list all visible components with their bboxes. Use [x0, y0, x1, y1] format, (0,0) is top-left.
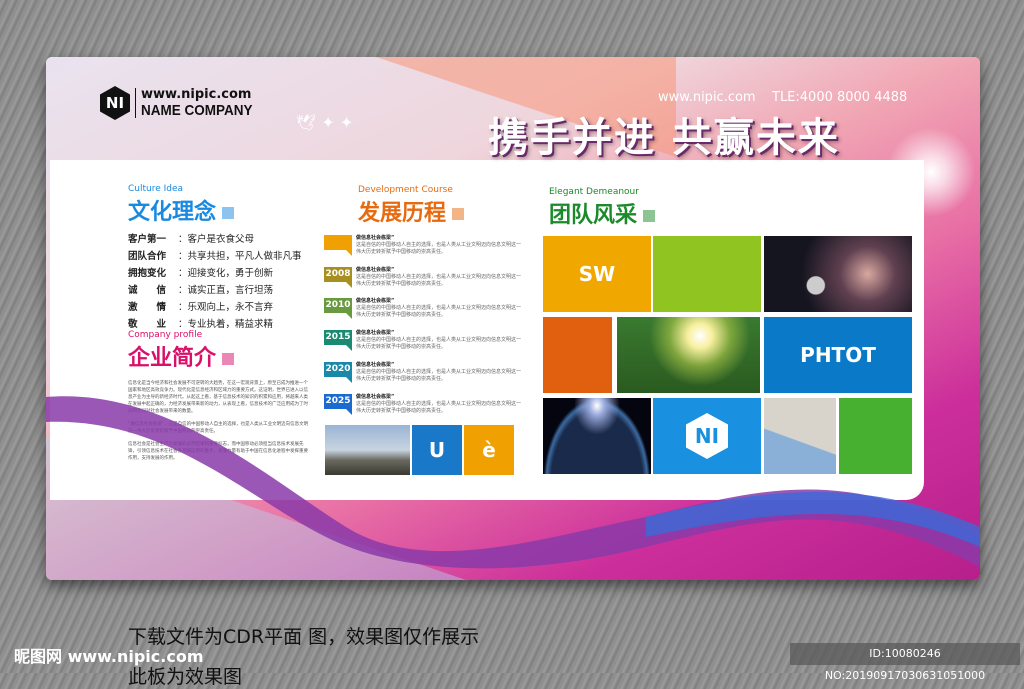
year-flag: 2020	[324, 361, 352, 383]
year-flag: 2010	[324, 298, 352, 320]
timeline-text: 做信息社会栋梁” 这是自信的中国移动人自主的选择，也是人类从工业文明迈向信息文明这…	[356, 330, 524, 351]
timeline-item: 2015 做信息社会栋梁” 这是自信的中国移动人自主的选择，也是人类从工业文明迈向…	[324, 330, 524, 360]
timeline-text: 做信息社会栋梁” 这是自信的中国移动人自主的选择，也是人类从工业文明迈向信息文明这…	[356, 267, 524, 288]
year-flag	[324, 235, 352, 256]
timeline-head: 做信息社会栋梁”	[356, 266, 395, 273]
timeline-head: 做信息社会栋梁”	[356, 361, 395, 368]
timeline-text: 做信息社会栋梁” 这是自信的中国移动人自主的选择，也是人类从工业文明迈向信息文明这…	[356, 394, 524, 415]
timeline-item: 做信息社会栋梁” 这是自信的中国移动人自主的选择，也是人类从工业文明迈向信息文明这…	[324, 235, 524, 265]
timeline-body: 这是自信的中国移动人自主的选择，也是人类从工业文明迈向信息文明这一伟大历史转折赋…	[356, 368, 522, 382]
timeline-text: 做信息社会栋梁” 这是自信的中国移动人自主的选择，也是人类从工业文明迈向信息文明这…	[356, 235, 524, 256]
year-flag: 2015	[324, 330, 352, 352]
display-board: NI www.nipic.com NAME COMPANY 🕊 ✦ ✦ www.…	[46, 57, 980, 580]
timeline-body: 这是自信的中国移动人自主的选择，也是人类从工业文明迈向信息文明这一伟大历史转折赋…	[356, 305, 522, 319]
timeline-body: 这是自信的中国移动人自主的选择，也是人类从工业文明迈向信息文明这一伟大历史转折赋…	[356, 337, 522, 351]
year-flag: 2008	[324, 266, 352, 288]
timeline-item: 2010 做信息社会栋梁” 这是自信的中国移动人自主的选择，也是人类从工业文明迈向…	[324, 298, 524, 328]
timeline-head: 做信息社会栋梁”	[356, 393, 395, 400]
timeline-body: 这是自信的中国移动人自主的选择，也是人类从工业文明迈向信息文明这一伟大历史转折赋…	[356, 242, 522, 255]
timeline-head: 做信息社会栋梁”	[356, 235, 395, 241]
timeline-text: 做信息社会栋梁” 这是自信的中国移动人自主的选择，也是人类从工业文明迈向信息文明这…	[356, 298, 524, 319]
timeline-body: 这是自信的中国移动人自主的选择，也是人类从工业文明迈向信息文明这一伟大历史转折赋…	[356, 273, 522, 287]
watermark: 昵图网 www.nipic.com	[14, 647, 204, 666]
timeline-item: 2020 做信息社会栋梁” 这是自信的中国移动人自主的选择，也是人类从工业文明迈向…	[324, 361, 524, 392]
timeline-item: 2025 做信息社会栋梁” 这是自信的中国移动人自主的选择，也是人类从工业文明迈向…	[324, 393, 524, 424]
year-flag: 2025	[324, 393, 352, 415]
timeline-body: 这是自信的中国移动人自主的选择，也是人类从工业文明迈向信息文明这一伟大历史转折赋…	[356, 400, 522, 414]
image-id: ID:10080246 NO:20190917030631051000	[790, 643, 1020, 682]
timeline-text: 做信息社会栋梁” 这是自信的中国移动人自主的选择，也是人类从工业文明迈向信息文明这…	[356, 362, 524, 383]
timeline-item: 2008 做信息社会栋梁” 这是自信的中国移动人自主的选择，也是人类从工业文明迈向…	[324, 266, 524, 297]
